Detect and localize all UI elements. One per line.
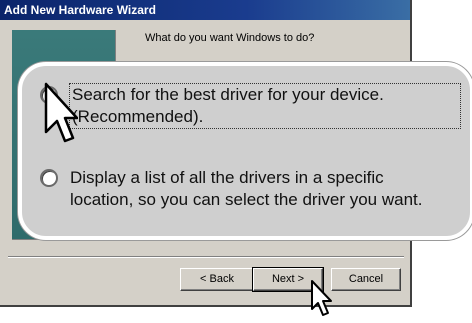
options-callout: Search for the best driver for your devi…: [18, 62, 472, 240]
option-display-line2: location, so you can select the driver y…: [70, 190, 423, 209]
hand-pointer-icon: [311, 280, 332, 316]
wizard-prompt: What do you want Windows to do?: [145, 32, 315, 44]
option-display-label[interactable]: Display a list of all the drivers in a s…: [70, 167, 460, 211]
title-bar[interactable]: Add New Hardware Wizard: [0, 0, 410, 20]
option-search-line1: Search for the best driver for your devi…: [72, 85, 384, 104]
option-search-label[interactable]: Search for the best driver for your devi…: [69, 83, 461, 129]
back-button[interactable]: < Back: [180, 268, 254, 291]
cancel-button[interactable]: Cancel: [331, 268, 401, 291]
option-display-line1: Display a list of all the drivers in a s…: [70, 168, 384, 187]
arrow-cursor-icon: [44, 82, 78, 143]
option-search-line2: (Recommended).: [72, 107, 204, 126]
window-title: Add New Hardware Wizard: [4, 3, 156, 17]
button-separator: [8, 256, 404, 258]
radio-display-driver-list[interactable]: [40, 169, 58, 187]
